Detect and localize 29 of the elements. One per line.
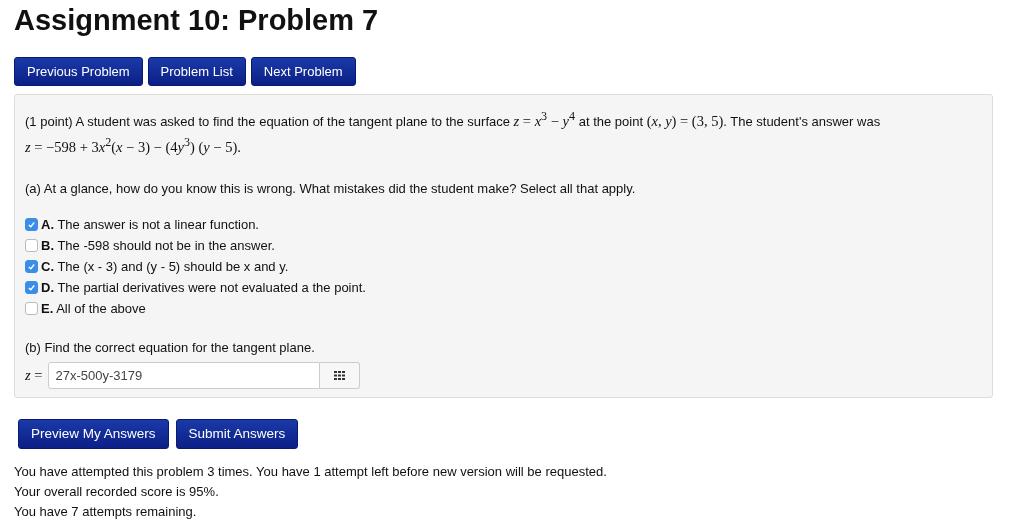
checkbox[interactable] [25,280,38,294]
checkbox[interactable] [25,238,38,252]
question-text: (b) Find the correct equation for the tangent plane. [25,338,316,357]
option-label: E. All of the above [41,299,146,317]
equation-label: z = [25,366,43,384]
nav-button[interactable]: Previous Problem [14,57,143,86]
problem-statement: (1 point) A student was asked to find the equation of the tangent plane to the surface z = x$^{3}$ − y$^{4}$ at the point (x, y) = (3, 5). The student's answer was z = −598 + 3x$^{2}$(x − 3) − (4y$^{3}$) (y − 5). [25,108,882,157]
checkmark-icon [27,261,36,271]
option-label: A. The answer is not a linear function. [41,215,259,233]
status-message: Your overall recorded score is 95%. [14,482,220,501]
checkmark-icon [27,219,36,229]
submit-button[interactable]: Preview My Answers [18,418,169,449]
question-text: (a) At a glance, how do you know this is wrong. What mistakes did the student make? Select all that apply. [25,179,637,198]
checkbox[interactable] [25,259,38,273]
checkmark-icon [27,282,36,292]
nav-button[interactable]: Next Problem [250,57,356,86]
status-message: You have attempted this problem 3 times. You have 1 attempt left before new version will be requested. [14,462,608,481]
page-title: Assignment 10: Problem 7 [14,3,380,38]
option-label: C. The (x - 3) and (y - 5) should be x and y. [41,257,289,275]
checkbox[interactable] [25,217,38,231]
option-label: B. The -598 should not be in the answer. [41,236,275,254]
equation-editor-button[interactable] [320,361,361,389]
nav-button[interactable]: Problem List [147,57,246,86]
submit-button[interactable]: Submit Answers [175,418,299,449]
status-message: You have 7 attempts remaining. [14,502,198,521]
answer-field[interactable]: 27x-500y-3179 [48,361,321,389]
checkbox[interactable] [25,301,38,315]
grid-icon [334,370,346,380]
option-label: D. The partial derivatives were not evaluated a the point. [41,278,366,296]
